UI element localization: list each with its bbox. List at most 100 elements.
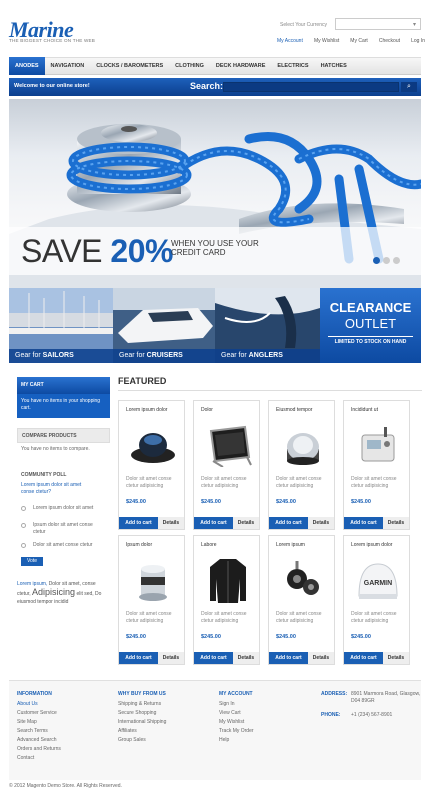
details-button[interactable]: Details — [233, 517, 259, 529]
slider-dot[interactable] — [393, 257, 400, 264]
product-price: $245.00 — [276, 634, 296, 640]
poll-radio[interactable] — [21, 543, 26, 548]
footer-link[interactable]: Site Map — [17, 718, 61, 727]
product-image[interactable] — [275, 417, 330, 472]
toplink-my-cart[interactable]: My Cart — [350, 38, 368, 44]
footer-link[interactable]: Contact — [17, 754, 61, 763]
add-to-cart-button[interactable]: Add to cart — [344, 517, 383, 529]
hero-banner[interactable]: SAVE 20% WHEN YOU USE YOUR CREDIT CARD — [9, 99, 421, 288]
footer-link[interactable]: Help — [219, 736, 254, 745]
details-button[interactable]: Details — [383, 517, 409, 529]
product-name[interactable]: Incididunt ut — [351, 407, 407, 413]
promo-name: ANGLERS — [248, 352, 283, 359]
footer-link[interactable]: About Us — [17, 700, 61, 709]
details-button[interactable]: Details — [233, 652, 259, 664]
product-image[interactable] — [275, 552, 330, 607]
tag-link[interactable]: eiusmod tempor incidid — [17, 599, 68, 605]
cart-text: You have no items in your shopping cart. — [17, 394, 110, 418]
product-image[interactable] — [200, 417, 255, 472]
vote-button[interactable]: Vote — [21, 557, 43, 566]
footer-link[interactable]: Customer Service — [17, 709, 61, 718]
footer-link[interactable]: Group Sales — [118, 736, 166, 745]
poll-title: COMMUNITY POLL — [17, 468, 110, 483]
product-image[interactable]: GARMIN — [350, 552, 405, 607]
nav-item-clocks[interactable]: CLOCKS / BAROMETERS — [90, 57, 169, 75]
product-desc: Dolor sit amet conse ctetur adipisicing — [126, 611, 172, 624]
details-button[interactable]: Details — [158, 517, 184, 529]
nav-item-deck-hardware[interactable]: DECK HARDWARE — [210, 57, 272, 75]
product-name[interactable]: Labore — [201, 542, 257, 548]
details-button[interactable]: Details — [308, 652, 334, 664]
address-value: 8901 Marmora Road, Glasgow, D04 89GR — [351, 691, 421, 704]
product-image[interactable] — [200, 552, 255, 607]
product-name[interactable]: Dolor — [201, 407, 257, 413]
radio-image — [361, 426, 394, 461]
product-name[interactable]: Ipsum dolor — [126, 542, 182, 548]
footer-link[interactable]: View Cart — [219, 709, 254, 718]
toplink-log-in[interactable]: Log In — [411, 38, 425, 44]
welcome-message: Welcome to our online store! — [14, 83, 90, 89]
add-to-cart-button[interactable]: Add to cart — [269, 652, 308, 664]
footer-link[interactable]: Sign In — [219, 700, 254, 709]
footer-link[interactable]: Search Terms — [17, 727, 61, 736]
promo-name: SAILORS — [42, 352, 74, 359]
promo-sailors[interactable]: Gear for SAILORS — [9, 288, 113, 363]
footer-link[interactable]: International Shipping — [118, 718, 166, 727]
add-to-cart-button[interactable]: Add to cart — [344, 652, 383, 664]
slider-dot[interactable] — [383, 257, 390, 264]
add-to-cart-button[interactable]: Add to cart — [119, 517, 158, 529]
toplink-my-account[interactable]: My Account — [277, 38, 303, 44]
footer-link[interactable]: Secure Shopping — [118, 709, 166, 718]
nav-item-navigation[interactable]: NAVIGATION — [45, 57, 91, 75]
tag-link[interactable]: elit sed, Do — [76, 591, 101, 597]
slider-dot[interactable] — [373, 257, 380, 264]
product-desc: Dolor sit amet conse ctetur adipisicing — [126, 476, 172, 489]
poll-radio[interactable] — [21, 506, 26, 511]
footer-link[interactable]: Affiliates — [118, 727, 166, 736]
tag-link[interactable]: ctetur, — [17, 591, 31, 597]
footer-link[interactable]: Track My Order — [219, 727, 254, 736]
product-image[interactable] — [125, 552, 180, 607]
add-to-cart-button[interactable]: Add to cart — [269, 517, 308, 529]
promo-anglers[interactable]: Gear for ANGLERS — [215, 288, 320, 363]
product-card: Labore Dolor sit amet conse ctetur adipi… — [193, 535, 260, 665]
product-image[interactable] — [350, 417, 405, 472]
footer-heading: WHY BUY FROM US — [118, 691, 166, 697]
clearance-outlet-banner[interactable]: CLEARANCE OUTLET LIMITED TO STOCK ON HAN… — [320, 288, 421, 363]
add-to-cart-button[interactable]: Add to cart — [194, 652, 233, 664]
product-desc: Dolor sit amet conse ctetur adipisicing — [351, 476, 397, 489]
main-nav: ANODES NAVIGATION CLOCKS / BAROMETERS CL… — [9, 57, 421, 75]
currency-select[interactable]: ▾ — [335, 18, 421, 30]
nav-item-electrics[interactable]: ELECTRICS — [271, 57, 314, 75]
add-to-cart-button[interactable]: Add to cart — [194, 517, 233, 529]
product-name[interactable]: Lorem ipsum dolor — [351, 542, 407, 548]
nav-item-clothing[interactable]: CLOTHING — [169, 57, 210, 75]
nav-item-anodes[interactable]: ANODES — [9, 57, 45, 75]
toplink-my-wishlist[interactable]: My Wishlist — [314, 38, 339, 44]
search-button[interactable]: ⌕ — [401, 82, 417, 92]
add-to-cart-button[interactable]: Add to cart — [119, 652, 158, 664]
tag-link[interactable]: Adipisicing — [32, 587, 75, 597]
poll-radio[interactable] — [21, 523, 26, 528]
toplink-checkout[interactable]: Checkout — [379, 38, 400, 44]
details-button[interactable]: Details — [308, 517, 334, 529]
promo-cruisers[interactable]: Gear for CRUISERS — [113, 288, 215, 363]
footer-link[interactable]: Advanced Search — [17, 736, 61, 745]
product-image[interactable] — [125, 417, 180, 472]
product-name[interactable]: Eiusmod tempor — [276, 407, 332, 413]
promo-prefix: Gear for — [221, 352, 247, 359]
footer-link[interactable]: My Wishlist — [219, 718, 254, 727]
details-button[interactable]: Details — [383, 652, 409, 664]
details-button[interactable]: Details — [158, 652, 184, 664]
product-price: $245.00 — [276, 499, 296, 505]
poll-option: Lorem ipsum dolor sit amet — [33, 505, 94, 511]
footer-link[interactable]: Orders and Returns — [17, 745, 61, 754]
footer-link[interactable]: Shipping & Returns — [118, 700, 166, 709]
nav-item-hatches[interactable]: HATCHES — [315, 57, 353, 75]
search-input[interactable] — [223, 82, 399, 92]
product-name[interactable]: Lorem ipsum dolor — [126, 407, 182, 413]
promo-prefix: Gear for — [119, 352, 145, 359]
clearance-line1: CLEARANCE — [329, 300, 412, 315]
phone-value: +1 (234) 567-8901 — [351, 712, 393, 718]
product-name[interactable]: Lorem ipsum — [276, 542, 332, 548]
